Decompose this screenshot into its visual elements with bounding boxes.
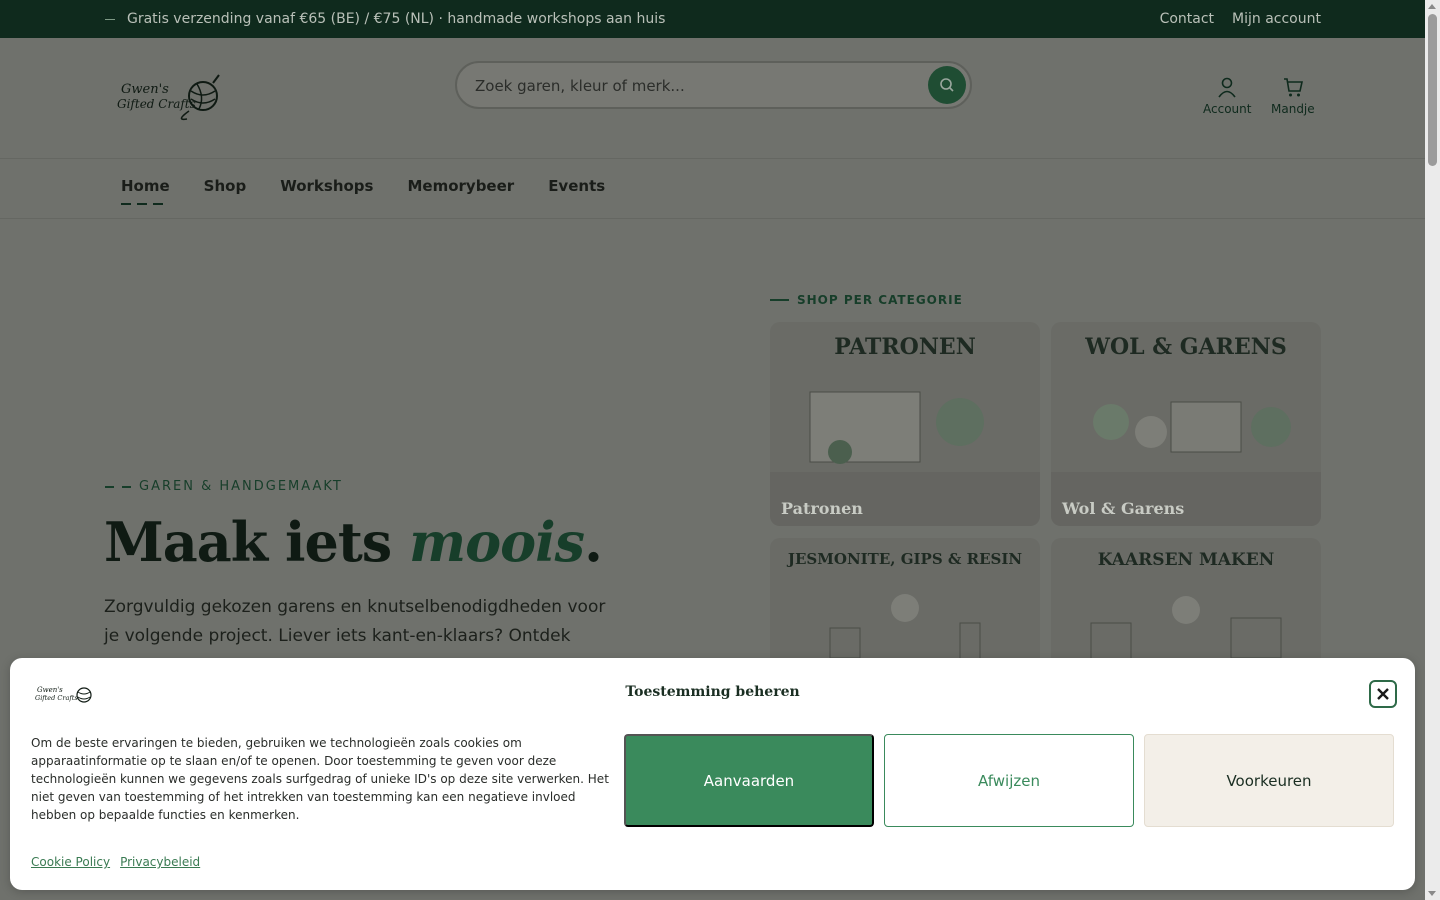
nav-item-memorybeer[interactable]: Memorybeer <box>407 177 514 195</box>
scroll-up-arrow[interactable] <box>1428 4 1436 9</box>
hero-eyebrow: GAREN & HANDGEMAAKT <box>105 479 343 494</box>
topbar-links: Contact Mijn account <box>1160 11 1321 27</box>
accept-button[interactable]: Aanvaarden <box>624 734 874 827</box>
user-icon <box>1218 77 1236 98</box>
modal-close-button[interactable] <box>1369 680 1397 708</box>
eyebrow-dash <box>105 485 114 488</box>
site-logo[interactable]: Gwen's Gifted Crafts <box>115 73 225 123</box>
top-bar: Gratis verzending vanaf €65 (BE) / €75 (… <box>0 0 1425 38</box>
cart-label: Mandje <box>1271 102 1315 116</box>
tile-art-title: JESMONITE, GIPS & RESIN <box>787 550 1023 568</box>
scrollbar-thumb[interactable] <box>1428 14 1437 166</box>
headline-end: . <box>584 510 603 574</box>
headline-main: Maak iets <box>104 510 392 574</box>
category-label-dash <box>770 299 789 301</box>
page-scrollbar[interactable] <box>1425 0 1440 900</box>
headline-accent: moois <box>409 510 585 574</box>
tile-art-title: PATRONEN <box>834 334 976 360</box>
cart-icon <box>1283 78 1303 97</box>
category-section-label: SHOP PER CATEGORIE <box>770 293 963 307</box>
nav-item-shop[interactable]: Shop <box>204 177 247 195</box>
search-input[interactable]: Zoek garen, kleur of merk... <box>475 77 685 95</box>
category-tile-patronen[interactable]: PATRONEN Patronen <box>770 322 1040 526</box>
close-icon <box>1377 688 1389 700</box>
promo-text: Gratis verzending vanaf €65 (BE) / €75 (… <box>127 11 666 27</box>
promo-dash <box>105 18 115 20</box>
cookie-consent-modal: Gwen's Gifted Crafts Toestemming beheren… <box>10 658 1415 890</box>
promo-message: Gratis verzending vanaf €65 (BE) / €75 (… <box>105 11 665 27</box>
tile-title: Patronen <box>781 499 863 518</box>
nav-item-events[interactable]: Events <box>548 177 605 195</box>
search-bar[interactable]: Zoek garen, kleur of merk... <box>455 61 972 109</box>
cart-button[interactable]: Mandje <box>1271 76 1315 116</box>
account-button[interactable]: Account <box>1203 76 1251 116</box>
svg-text:Gifted Crafts: Gifted Crafts <box>117 97 196 111</box>
tile-art-title: WOL & GARENS <box>1085 334 1287 360</box>
scroll-down-arrow[interactable] <box>1428 891 1436 896</box>
privacy-policy-link[interactable]: Privacybeleid <box>120 855 200 869</box>
site-header: Gwen's Gifted Crafts Zoek garen, kleur o… <box>0 38 1425 159</box>
category-label-text: SHOP PER CATEGORIE <box>797 293 963 307</box>
search-icon <box>940 78 954 92</box>
category-tile-wol-garens[interactable]: WOL & GARENS Wol & Garens <box>1051 322 1321 526</box>
tile-art-title: KAARSEN MAKEN <box>1097 550 1275 570</box>
eyebrow-text: GAREN & HANDGEMAAKT <box>139 479 343 494</box>
tile-title: Wol & Garens <box>1062 499 1185 518</box>
deny-button[interactable]: Afwijzen <box>884 734 1134 827</box>
nav-item-workshops[interactable]: Workshops <box>280 177 373 195</box>
modal-title: Toestemming beheren <box>625 684 800 700</box>
my-account-link[interactable]: Mijn account <box>1232 11 1321 27</box>
hero-headline: Maak iets moois. <box>104 510 603 574</box>
nav-item-home[interactable]: Home <box>121 177 170 205</box>
preferences-button[interactable]: Voorkeuren <box>1144 734 1394 827</box>
modal-body-text: Om de beste ervaringen te bieden, gebrui… <box>31 736 609 822</box>
eyebrow-dash <box>122 485 131 488</box>
modal-links: Cookie Policy Privacybeleid <box>31 855 200 869</box>
main-nav: Home Shop Workshops Memorybeer Events <box>0 160 1425 219</box>
svg-text:Gwen's: Gwen's <box>121 82 169 97</box>
cookie-policy-link[interactable]: Cookie Policy <box>31 855 110 869</box>
search-button[interactable] <box>928 66 966 104</box>
account-label: Account <box>1203 102 1252 116</box>
contact-link[interactable]: Contact <box>1160 11 1214 27</box>
